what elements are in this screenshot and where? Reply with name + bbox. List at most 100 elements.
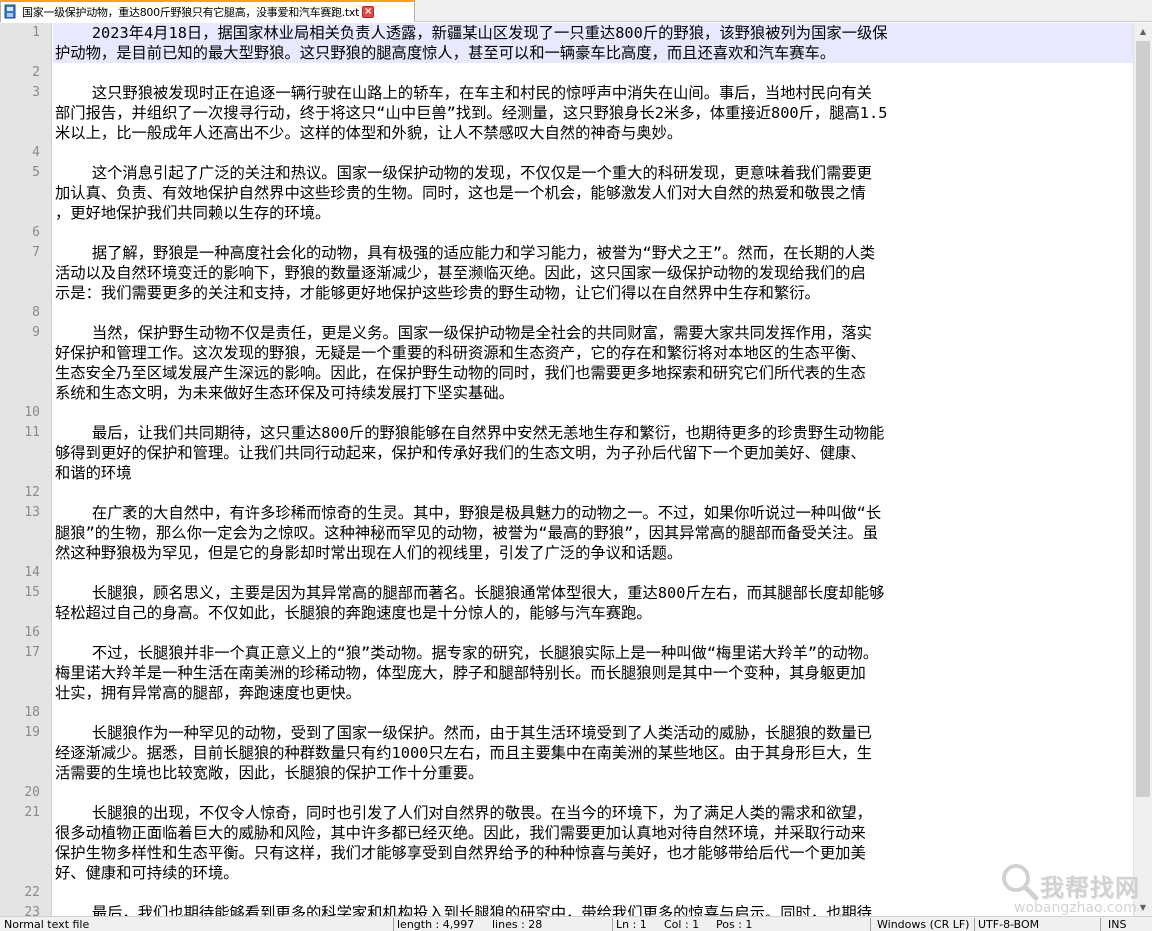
line-text-area[interactable]: 不过，长腿狼并非一个真正意义上的“狼”类动物。据专家的研究，长腿狼实际上是一种叫… (53, 643, 1133, 663)
editor-line[interactable]: 9 当然，保护野生动物不仅是责任，更是义务。国家一级保护动物是全社会的共同财富，… (0, 323, 1133, 343)
editor-line[interactable]: 腿狼”的生物，那么你一定会为之惊叹。这种神秘而罕见的动物，被誉为“最高的野狼”，… (0, 523, 1133, 543)
line-text-area[interactable]: 护动物，是目前已知的最大型野狼。这只野狼的腿高度惊人，甚至可以和一辆豪车比高度，… (53, 43, 1133, 63)
editor-line[interactable]: 2 (0, 63, 1133, 83)
editor-line[interactable]: 好、健康和可持续的环境。 (0, 863, 1133, 883)
editor-line[interactable]: 7 据了解，野狼是一种高度社会化的动物，具有极强的适应能力和学习能力，被誉为“野… (0, 243, 1133, 263)
line-text-area[interactable] (53, 223, 1133, 243)
line-text-area[interactable]: 长腿狼作为一种罕见的动物，受到了国家一级保护。然而，由于其生活环境受到了人类活动… (53, 723, 1133, 743)
line-text-area[interactable]: 很多动植物正面临着巨大的威胁和风险，其中许多都已经灭绝。因此，我们需要更加认真地… (53, 823, 1133, 843)
editor-line[interactable]: ，更好地保护我们共同赖以生存的环境。 (0, 203, 1133, 223)
line-text-area[interactable]: 轻松超过自己的身高。不仅如此，长腿狼的奔跑速度也是十分惊人的，能够与汽车赛跑。 (53, 603, 1133, 623)
editor-line[interactable]: 8 (0, 303, 1133, 323)
line-text-area[interactable] (53, 303, 1133, 323)
scrollbar-thumb[interactable] (1136, 41, 1150, 797)
editor-pane[interactable]: 1 2023年4月18日，据国家林业局相关负责人透露，新疆某山区发现了一只重达8… (0, 23, 1133, 916)
editor-line[interactable]: 10 (0, 403, 1133, 423)
editor-line[interactable]: 保护生物多样性和生态平衡。只有这样，我们才能够享受到自然界给予的种种惊喜与美好，… (0, 843, 1133, 863)
editor-line[interactable]: 19 长腿狼作为一种罕见的动物，受到了国家一级保护。然而，由于其生活环境受到了人… (0, 723, 1133, 743)
editor-line[interactable]: 1 2023年4月18日，据国家林业局相关负责人透露，新疆某山区发现了一只重达8… (0, 23, 1133, 43)
line-text-area[interactable] (53, 563, 1133, 583)
line-text-area[interactable]: 系统和生态文明，为未来做好生态环保及可持续发展打下坚实基础。 (53, 383, 1133, 403)
line-text-area[interactable]: 在广袤的大自然中，有许多珍稀而惊奇的生灵。其中，野狼是极具魅力的动物之一。不过，… (53, 503, 1133, 523)
close-icon[interactable]: × (362, 6, 375, 18)
editor-line[interactable]: 15 长腿狼，顾名思义，主要是因为其异常高的腿部而著名。长腿狼通常体型很大，重达… (0, 583, 1133, 603)
editor-line[interactable]: 生态安全乃至区域发展产生深远的影响。因此，在保护野生动物的同时，我们也需要更多地… (0, 363, 1133, 383)
status-encoding[interactable]: UTF-8-BOM (976, 917, 1039, 931)
editor-line[interactable]: 好保护和管理工作。这次发现的野狼，无疑是一个重要的科研资源和生态资产，它的存在和… (0, 343, 1133, 363)
line-text-area[interactable] (53, 143, 1133, 163)
line-text-area[interactable] (53, 703, 1133, 723)
editor-line[interactable]: 活需要的生境也比较宽敞，因此，长腿狼的保护工作十分重要。 (0, 763, 1133, 783)
line-text-area[interactable]: ，更好地保护我们共同赖以生存的环境。 (53, 203, 1133, 223)
editor-line[interactable]: 20 (0, 783, 1133, 803)
editor-line[interactable]: 加认真、负责、有效地保护自然界中这些珍贵的生物。同时，这也是一个机会，能够激发人… (0, 183, 1133, 203)
editor-line[interactable]: 4 (0, 143, 1133, 163)
line-text-area[interactable]: 这个消息引起了广泛的关注和热议。国家一级保护动物的发现，不仅仅是一个重大的科研发… (53, 163, 1133, 183)
editor-line[interactable]: 轻松超过自己的身高。不仅如此，长腿狼的奔跑速度也是十分惊人的，能够与汽车赛跑。 (0, 603, 1133, 623)
line-text-area[interactable]: 当然，保护野生动物不仅是责任，更是义务。国家一级保护动物是全社会的共同财富，需要… (53, 323, 1133, 343)
line-text-area[interactable] (53, 483, 1133, 503)
status-eol[interactable]: Windows (CR LF) (875, 917, 969, 931)
line-text-area[interactable]: 最后，我们也期待能够看到更多的科学家和机构投入到长腿狼的研究中，带给我们更多的惊… (53, 903, 1133, 916)
line-text-area[interactable]: 长腿狼的出现，不仅令人惊奇，同时也引发了人们对自然界的敬畏。在当今的环境下，为了… (53, 803, 1133, 823)
editor-line[interactable]: 经逐渐减少。据悉，目前长腿狼的种群数量只有约1000只左右，而且主要集中在南美洲… (0, 743, 1133, 763)
line-text-area[interactable]: 梅里诺大羚羊是一种生活在南美洲的珍稀动物，体型庞大，脖子和腿部特别长。而长腿狼则… (53, 663, 1133, 683)
line-text-area[interactable] (53, 403, 1133, 423)
editor-line[interactable]: 18 (0, 703, 1133, 723)
line-text-area[interactable]: 2023年4月18日，据国家林业局相关负责人透露，新疆某山区发现了一只重达800… (53, 23, 1133, 43)
line-text-area[interactable]: 腿狼”的生物，那么你一定会为之惊叹。这种神秘而罕见的动物，被誉为“最高的野狼”，… (53, 523, 1133, 543)
document-tab[interactable]: 国家一级保护动物，重达800斤野狼只有它腿高，没事爱和汽车赛跑.txt × (0, 0, 415, 22)
line-text-area[interactable]: 然这种野狼极为罕见，但是它的身影却时常出现在人们的视线里，引发了广泛的争议和话题… (53, 543, 1133, 563)
line-text-area[interactable]: 好、健康和可持续的环境。 (53, 863, 1133, 883)
line-text-area[interactable]: 这只野狼被发现时正在追逐一辆行驶在山路上的轿车，在车主和村民的惊呼声中消失在山间… (53, 83, 1133, 103)
line-text-area[interactable]: 好保护和管理工作。这次发现的野狼，无疑是一个重要的科研资源和生态资产，它的存在和… (53, 343, 1133, 363)
editor-line[interactable]: 17 不过，长腿狼并非一个真正意义上的“狼”类动物。据专家的研究，长腿狼实际上是… (0, 643, 1133, 663)
line-text-area[interactable]: 活需要的生境也比较宽敞，因此，长腿狼的保护工作十分重要。 (53, 763, 1133, 783)
editor-line[interactable]: 够得到更好的保护和管理。让我们共同行动起来，保护和传承好我们的生态文明，为子孙后… (0, 443, 1133, 463)
line-text-area[interactable]: 长腿狼，顾名思义，主要是因为其异常高的腿部而著名。长腿狼通常体型很大，重达800… (53, 583, 1133, 603)
editor-line[interactable]: 22 (0, 883, 1133, 903)
editor-line[interactable]: 16 (0, 623, 1133, 643)
line-text-area[interactable] (53, 883, 1133, 903)
editor-line[interactable]: 活动以及自然环境变迁的影响下，野狼的数量逐渐减少，甚至濒临灭绝。因此，这只国家一… (0, 263, 1133, 283)
line-text-area[interactable]: 据了解，野狼是一种高度社会化的动物，具有极强的适应能力和学习能力，被誉为“野犬之… (53, 243, 1133, 263)
editor-line[interactable]: 然这种野狼极为罕见，但是它的身影却时常出现在人们的视线里，引发了广泛的争议和话题… (0, 543, 1133, 563)
line-text-area[interactable] (53, 623, 1133, 643)
editor-line[interactable]: 21 长腿狼的出现，不仅令人惊奇，同时也引发了人们对自然界的敬畏。在当今的环境下… (0, 803, 1133, 823)
editor-line[interactable]: 12 (0, 483, 1133, 503)
line-text-area[interactable]: 壮实，拥有异常高的腿部，奔跑速度也更快。 (53, 683, 1133, 703)
line-text-area[interactable]: 米以上，比一般成年人还高出不少。这样的体型和外貌，让人不禁感叹大自然的神奇与奥妙… (53, 123, 1133, 143)
editor-line[interactable]: 系统和生态文明，为未来做好生态环保及可持续发展打下坚实基础。 (0, 383, 1133, 403)
editor-line[interactable]: 和谐的环境 (0, 463, 1133, 483)
editor-line[interactable]: 米以上，比一般成年人还高出不少。这样的体型和外貌，让人不禁感叹大自然的神奇与奥妙… (0, 123, 1133, 143)
line-text-area[interactable]: 和谐的环境 (53, 463, 1133, 483)
line-number: 22 (24, 885, 40, 900)
editor-line[interactable]: 14 (0, 563, 1133, 583)
line-text-area[interactable]: 活动以及自然环境变迁的影响下，野狼的数量逐渐减少，甚至濒临灭绝。因此，这只国家一… (53, 263, 1133, 283)
line-text-area[interactable] (53, 63, 1133, 83)
editor-line[interactable]: 很多动植物正面临着巨大的威胁和风险，其中许多都已经灭绝。因此，我们需要更加认真地… (0, 823, 1133, 843)
vertical-scrollbar[interactable]: ▲ ▼ (1133, 23, 1152, 916)
editor-line[interactable]: 护动物，是目前已知的最大型野狼。这只野狼的腿高度惊人，甚至可以和一辆豪车比高度，… (0, 43, 1133, 63)
editor-line[interactable]: 壮实，拥有异常高的腿部，奔跑速度也更快。 (0, 683, 1133, 703)
line-text-area[interactable]: 加认真、负责、有效地保护自然界中这些珍贵的生物。同时，这也是一个机会，能够激发人… (53, 183, 1133, 203)
line-text-area[interactable]: 部门报告，并组织了一次搜寻行动，终于将这只“山中巨兽”找到。经测量，这只野狼身长… (53, 103, 1133, 123)
line-text-area[interactable]: 最后，让我们共同期待，这只重达800斤的野狼能够在自然界中安然无恙地生存和繁衍，… (53, 423, 1133, 443)
line-text-area[interactable]: 生态安全乃至区域发展产生深远的影响。因此，在保护野生动物的同时，我们也需要更多地… (53, 363, 1133, 383)
line-text-area[interactable] (53, 783, 1133, 803)
line-text-area[interactable]: 经逐渐减少。据悉，目前长腿狼的种群数量只有约1000只左右，而且主要集中在南美洲… (53, 743, 1133, 763)
line-text-area[interactable]: 保护生物多样性和生态平衡。只有这样，我们才能够享受到自然界给予的种种惊喜与美好，… (53, 843, 1133, 863)
editor-line[interactable]: 13 在广袤的大自然中，有许多珍稀而惊奇的生灵。其中，野狼是极具魅力的动物之一。… (0, 503, 1133, 523)
editor-line[interactable]: 11 最后，让我们共同期待，这只重达800斤的野狼能够在自然界中安然无恙地生存和… (0, 423, 1133, 443)
editor-line[interactable]: 23 最后，我们也期待能够看到更多的科学家和机构投入到长腿狼的研究中，带给我们更… (0, 903, 1133, 916)
scroll-up-icon[interactable]: ▲ (1134, 23, 1152, 40)
line-text-area[interactable]: 示是：我们需要更多的关注和支持，才能够更好地保护这些珍贵的野生动物，让它们得以在… (53, 283, 1133, 303)
editor-line[interactable]: 3 这只野狼被发现时正在追逐一辆行驶在山路上的轿车，在车主和村民的惊呼声中消失在… (0, 83, 1133, 103)
editor-line[interactable]: 示是：我们需要更多的关注和支持，才能够更好地保护这些珍贵的野生动物，让它们得以在… (0, 283, 1133, 303)
editor-line[interactable]: 5 这个消息引起了广泛的关注和热议。国家一级保护动物的发现，不仅仅是一个重大的科… (0, 163, 1133, 183)
editor-line[interactable]: 梅里诺大羚羊是一种生活在南美洲的珍稀动物，体型庞大，脖子和腿部特别长。而长腿狼则… (0, 663, 1133, 683)
line-text-area[interactable]: 够得到更好的保护和管理。让我们共同行动起来，保护和传承好我们的生态文明，为子孙后… (53, 443, 1133, 463)
editor-line[interactable]: 6 (0, 223, 1133, 243)
editor-line[interactable]: 部门报告，并组织了一次搜寻行动，终于将这只“山中巨兽”找到。经测量，这只野狼身长… (0, 103, 1133, 123)
scroll-down-icon[interactable]: ▼ (1134, 899, 1152, 916)
